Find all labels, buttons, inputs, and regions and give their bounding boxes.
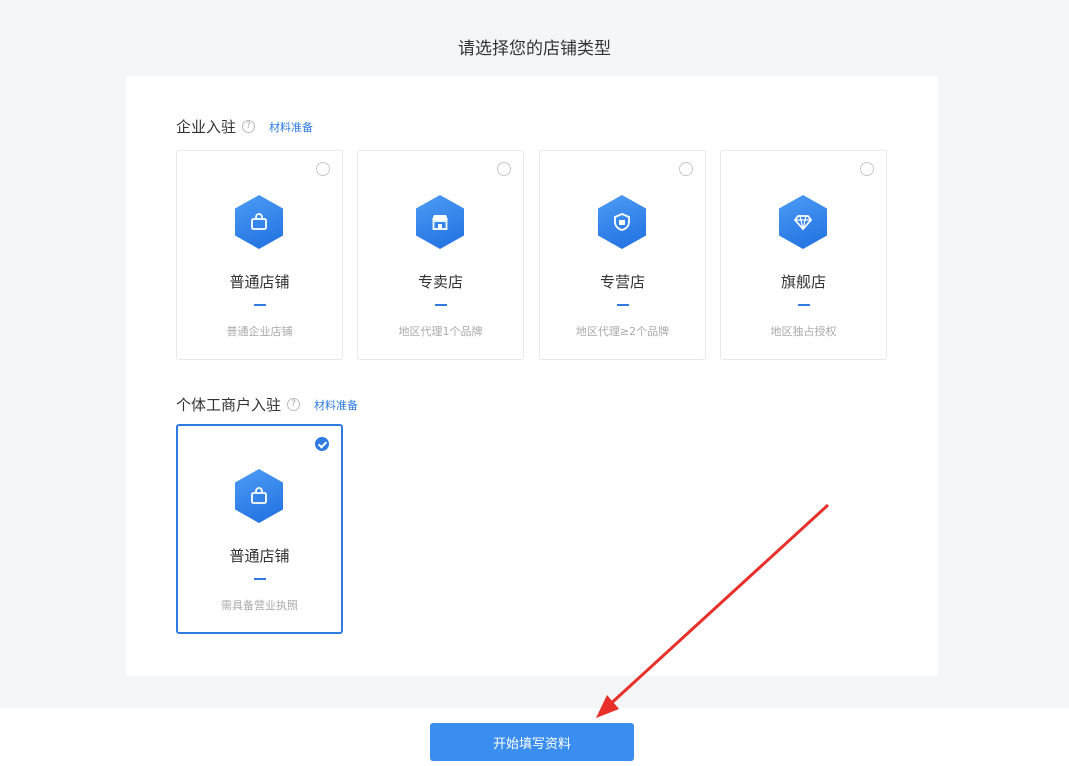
shopping-bag-icon: [235, 195, 283, 249]
help-icon[interactable]: ?: [287, 398, 301, 411]
card-name: 旗舰店: [780, 273, 826, 291]
card-description: 需具备营业执照: [221, 599, 298, 612]
radio-button[interactable]: [860, 162, 874, 176]
card-enterprise-exclusive-store[interactable]: 专卖店 地区代理1个品牌: [357, 150, 524, 360]
radio-button-checked[interactable]: [315, 437, 329, 451]
card-description: 地区代理≥2个品牌: [575, 325, 670, 338]
diamond-icon: [779, 195, 827, 249]
card-enterprise-regular-store[interactable]: 普通店铺 普通企业店铺: [176, 150, 343, 360]
divider: [617, 304, 629, 306]
divider: [254, 578, 266, 580]
individual-materials-link[interactable]: 材料准备: [314, 397, 358, 413]
card-enterprise-flagship-store[interactable]: 旗舰店 地区独占授权: [720, 150, 887, 360]
radio-button[interactable]: [497, 162, 511, 176]
start-filling-button[interactable]: 开始填写资料: [430, 723, 634, 761]
help-icon[interactable]: ?: [242, 120, 256, 133]
radio-button[interactable]: [316, 162, 330, 176]
card-description: 地区代理1个品牌: [398, 325, 483, 338]
store-type-panel: 企业入驻 ? 材料准备 普通店铺 普通企业店铺 专卖店 地区代理1个品牌 专营店…: [126, 76, 938, 676]
shopping-bag-icon: [235, 469, 283, 523]
enterprise-section-header: 企业入驻 ? 材料准备: [176, 116, 313, 137]
card-name: 普通店铺: [229, 547, 290, 565]
card-description: 地区独占授权: [770, 325, 837, 338]
shield-shop-icon: [598, 195, 646, 249]
card-individual-regular-store[interactable]: 普通店铺 需具备营业执照: [176, 424, 343, 634]
divider: [798, 304, 810, 306]
individual-section-title: 个体工商户入驻: [176, 396, 282, 414]
individual-section-header: 个体工商户入驻 ? 材料准备: [176, 394, 358, 415]
card-name: 普通店铺: [229, 273, 290, 291]
card-description: 普通企业店铺: [226, 325, 293, 338]
divider: [435, 304, 447, 306]
enterprise-section-title: 企业入驻: [176, 118, 237, 136]
enterprise-materials-link[interactable]: 材料准备: [269, 119, 313, 135]
storefront-icon: [416, 195, 464, 249]
page-title: 请选择您的店铺类型: [458, 39, 611, 59]
card-name: 专卖店: [417, 273, 463, 291]
card-enterprise-franchise-store[interactable]: 专营店 地区代理≥2个品牌: [539, 150, 706, 360]
divider: [254, 304, 266, 306]
card-name: 专营店: [599, 273, 645, 291]
radio-button[interactable]: [679, 162, 693, 176]
